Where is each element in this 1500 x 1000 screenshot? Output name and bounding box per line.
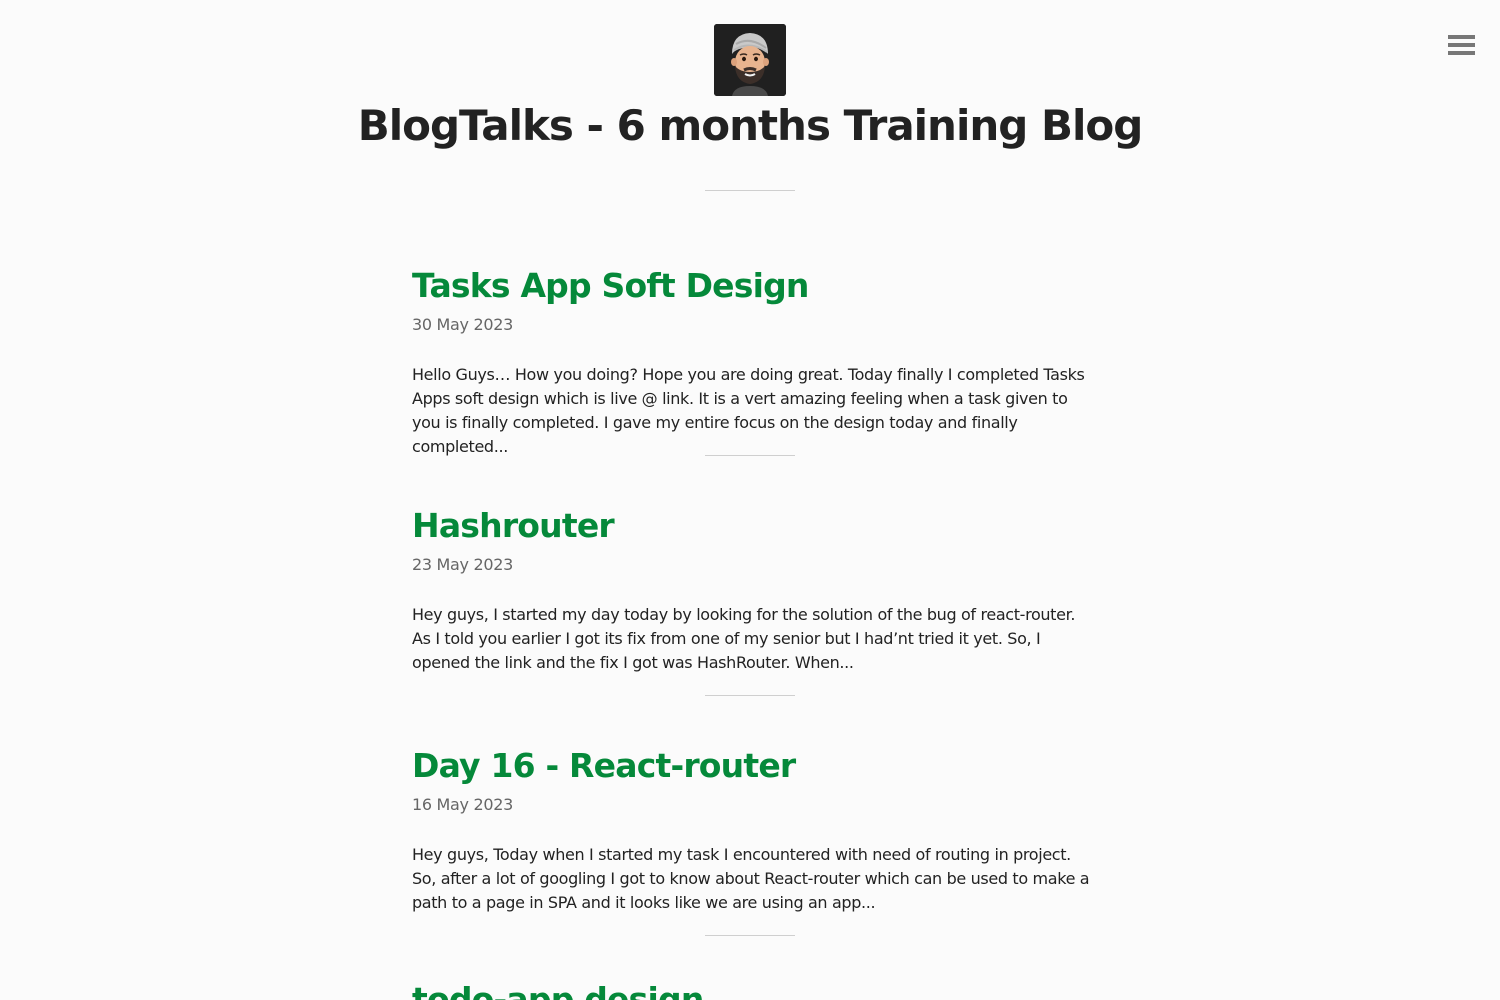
post-title-link[interactable]: Day 16 - React-router — [412, 746, 1092, 786]
post-divider — [705, 935, 795, 936]
menu-bar — [1448, 35, 1475, 39]
site-title[interactable]: BlogTalks - 6 months Training Blog — [0, 101, 1500, 150]
post-title-link[interactable]: Hashrouter — [412, 506, 1092, 546]
post-item: Day 16 - React-router 16 May 2023 Hey gu… — [412, 746, 1092, 915]
post-divider — [705, 695, 795, 696]
post-date: 23 May 2023 — [412, 555, 514, 574]
blog-page: BlogTalks - 6 months Training Blog Tasks… — [0, 0, 1500, 1000]
avatar[interactable] — [714, 24, 786, 96]
post-excerpt: Hello Guys… How you doing? Hope you are … — [412, 365, 1085, 456]
header-divider — [705, 190, 795, 191]
post-date: 30 May 2023 — [412, 315, 514, 334]
post-excerpt: Hey guys, I started my day today by look… — [412, 605, 1076, 672]
memoji-avatar-icon — [714, 24, 786, 96]
menu-bar — [1448, 43, 1475, 47]
menu-bar — [1448, 51, 1475, 55]
post-item: todo-app design — [412, 980, 1092, 1000]
post-divider — [705, 455, 795, 456]
post-title-link[interactable]: Tasks App Soft Design — [412, 266, 1092, 306]
post-date: 16 May 2023 — [412, 795, 514, 814]
post-title-link[interactable]: todo-app design — [412, 980, 1092, 1000]
hamburger-menu-icon[interactable] — [1446, 30, 1476, 60]
post-item: Hashrouter 23 May 2023 Hey guys, I start… — [412, 506, 1092, 675]
post-item: Tasks App Soft Design 30 May 2023 Hello … — [412, 266, 1092, 459]
post-excerpt: Hey guys, Today when I started my task I… — [412, 845, 1090, 912]
